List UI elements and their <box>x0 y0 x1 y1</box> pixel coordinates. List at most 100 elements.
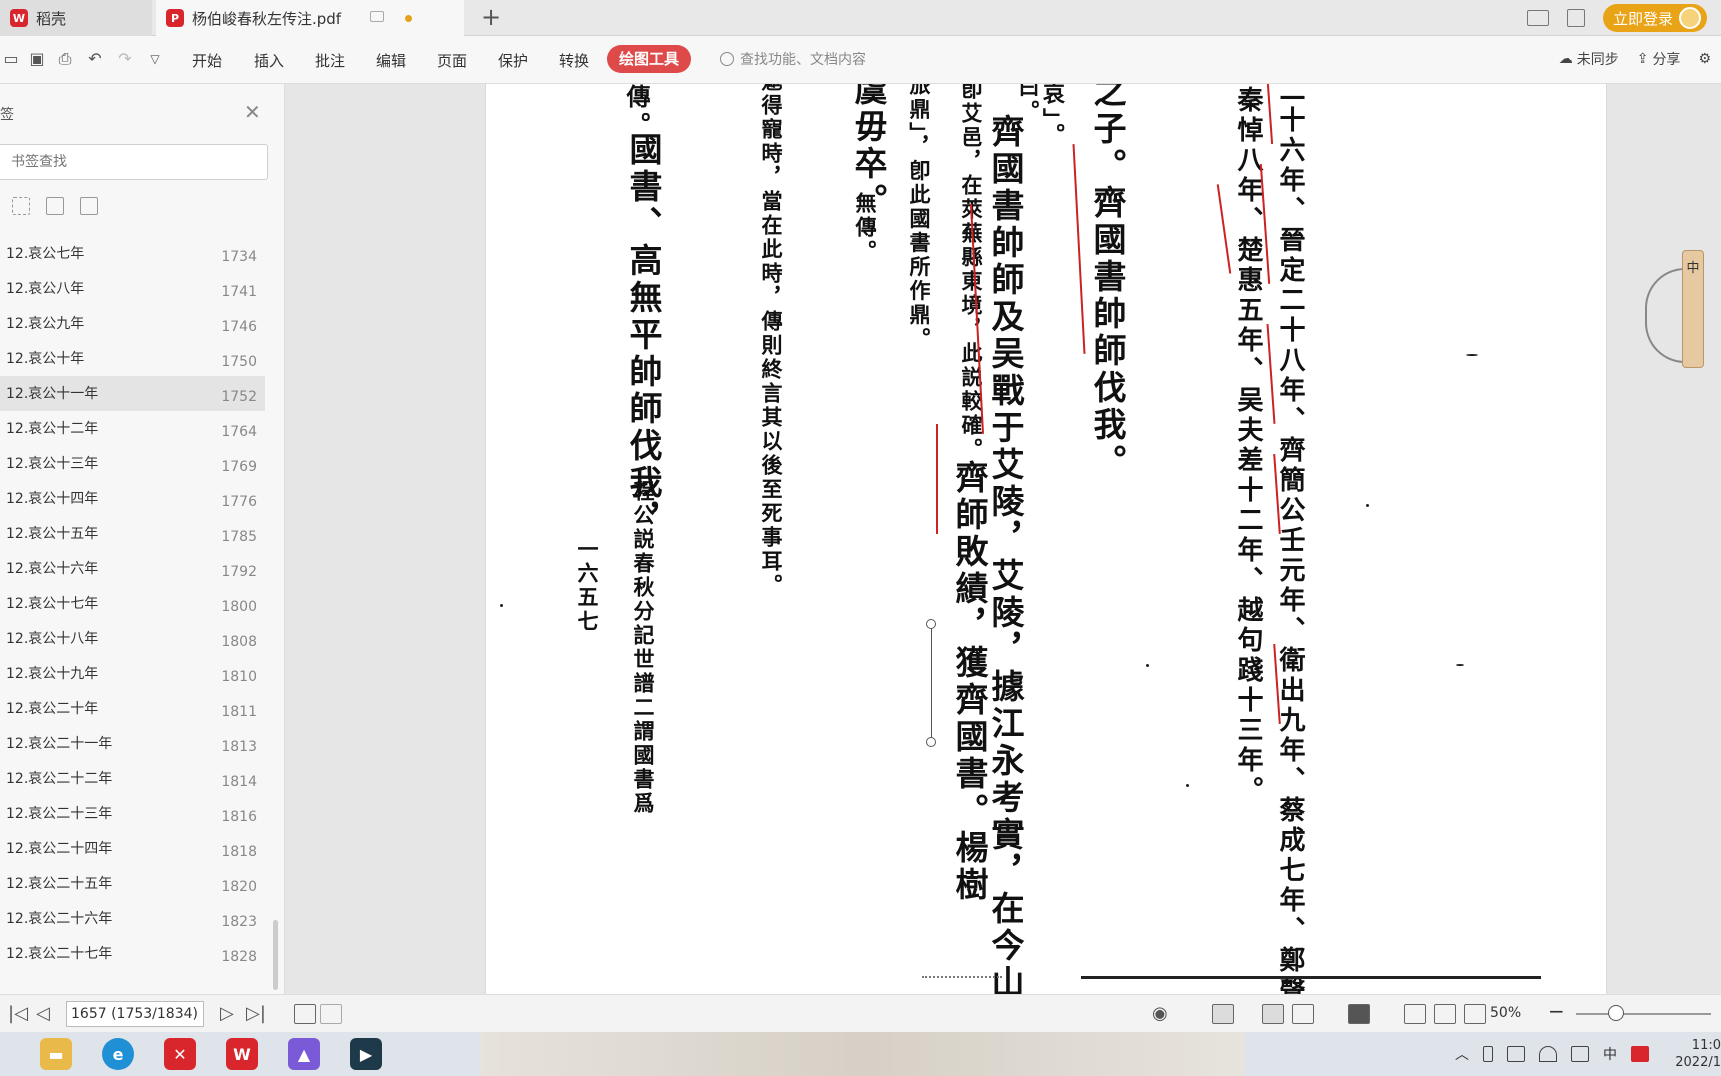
bookmark-item[interactable]: 12.哀公十五年 1785 <box>0 516 265 551</box>
eye-protect-icon[interactable]: ◉ <box>1152 1003 1168 1024</box>
menu-start[interactable]: 开始 <box>192 50 222 71</box>
tab-document[interactable]: P 杨伯峻春秋左传注.pdf <box>156 0 464 36</box>
actual-size-icon[interactable] <box>1404 1004 1426 1024</box>
single-page-icon[interactable] <box>1262 1004 1284 1024</box>
play-icon[interactable] <box>1348 1004 1370 1024</box>
bookmark-item[interactable]: 12.哀公七年 1734 <box>0 236 265 271</box>
last-page-icon[interactable]: ▷| <box>246 1003 266 1024</box>
docer-logo-icon: W <box>10 9 28 27</box>
bookmark-search[interactable] <box>0 144 268 180</box>
bookmark-item[interactable]: 12.哀公二十二年 1814 <box>0 761 265 796</box>
menu-page[interactable]: 页面 <box>437 50 467 71</box>
wifi-icon[interactable] <box>1539 1046 1557 1062</box>
forward-icon[interactable] <box>320 1004 342 1024</box>
battery-icon[interactable] <box>1507 1046 1525 1062</box>
volume-icon[interactable] <box>1571 1046 1589 1062</box>
file-explorer-icon[interactable]: ▬ <box>40 1038 72 1070</box>
bookmark-item[interactable]: 12.哀公二十六年 1823 <box>0 901 265 936</box>
bookmark-item[interactable]: 12.哀公二十一年 1813 <box>0 726 265 761</box>
bookmark-item[interactable]: 12.哀公二十五年 1820 <box>0 866 265 901</box>
login-label: 立即登录 <box>1612 9 1673 28</box>
media-app-icon[interactable]: ▶ <box>350 1038 382 1070</box>
page-number-input[interactable]: 1657 (1753/1834) <box>66 1001 204 1027</box>
bookmark-item[interactable]: 12.哀公十六年 1792 <box>0 551 265 586</box>
scan-speck <box>1366 504 1369 507</box>
wps-office-icon[interactable]: W <box>226 1038 258 1070</box>
prev-page-icon[interactable]: ◁ <box>36 1003 50 1024</box>
bookmark-item[interactable]: 12.哀公二十四年 1818 <box>0 831 265 866</box>
fit-width-icon[interactable] <box>1212 1004 1234 1024</box>
fit-page-icon[interactable] <box>1434 1004 1456 1024</box>
bookmark-item[interactable]: 12.哀公二十年 1811 <box>0 691 265 726</box>
menu-drawing-tools[interactable]: 绘图工具 <box>607 45 692 73</box>
open-folder-icon[interactable]: ▭ <box>2 50 20 68</box>
bookmark-item[interactable]: 12.哀公十一年 1752 <box>0 376 265 411</box>
zoom-level[interactable]: 50% <box>1490 1005 1521 1021</box>
grid-apps-icon[interactable] <box>1566 9 1585 27</box>
bookmark-item[interactable]: 12.哀公十四年 1776 <box>0 481 265 516</box>
bookmark-item[interactable]: 12.哀公十七年 1800 <box>0 586 265 621</box>
bookmark-item[interactable]: 12.哀公十八年 1808 <box>0 621 265 656</box>
tab-home[interactable]: W 稻壳 <box>0 0 152 36</box>
scan-speck <box>1146 664 1149 667</box>
ime-side-tag[interactable]: 中 <box>1682 250 1704 368</box>
zoom-slider-handle[interactable] <box>1608 1005 1624 1021</box>
monitor-icon[interactable] <box>370 11 384 22</box>
bookmark-item[interactable]: 12.哀公十二年 1764 <box>0 411 265 446</box>
zoom-slider[interactable] <box>1576 1013 1711 1015</box>
share-icon[interactable]: ⇪ <box>1637 51 1649 67</box>
undo-icon[interactable]: ↶ <box>86 50 104 68</box>
sync-status[interactable]: 未同步 <box>1577 49 1619 69</box>
settings-gear-icon[interactable]: ⚙ <box>1698 51 1711 67</box>
ime-indicator[interactable]: 中 <box>1603 1044 1617 1064</box>
annotation-handle[interactable] <box>926 737 936 747</box>
sidebar-scrollbar[interactable] <box>273 920 278 990</box>
bookmark-item[interactable]: 12.哀公八年 1741 <box>0 271 265 306</box>
bookmark-item[interactable]: 12.哀公二十三年 1816 <box>0 796 265 831</box>
menu-insert[interactable]: 插入 <box>254 50 284 71</box>
bookmark-item[interactable]: 12.哀公十三年 1769 <box>0 446 265 481</box>
chevron-up-icon[interactable]: ︿ <box>1455 1044 1469 1064</box>
new-tab-button[interactable]: + <box>478 5 504 31</box>
annotation-handle[interactable] <box>926 619 936 629</box>
collapse-all-icon[interactable] <box>12 197 30 215</box>
next-page-icon[interactable]: ▷ <box>220 1003 234 1024</box>
bookmark-item[interactable]: 12.哀公十年 1750 <box>0 341 265 376</box>
redo-icon[interactable]: ↷ <box>116 50 134 68</box>
microphone-icon[interactable] <box>1483 1046 1493 1062</box>
menu-annotate[interactable]: 批注 <box>315 50 345 71</box>
bookmark-item[interactable]: 12.哀公九年 1746 <box>0 306 265 341</box>
menu-convert[interactable]: 转换 <box>559 50 589 71</box>
sogou-icon[interactable] <box>1631 1046 1649 1062</box>
system-clock[interactable]: 11:0 2022/1 <box>1663 1037 1721 1071</box>
bookmark-search-input[interactable] <box>11 154 231 170</box>
rotate-icon[interactable] <box>1464 1004 1486 1024</box>
bookmark-item[interactable]: 12.哀公二十七年 1828 <box>0 936 265 971</box>
add-bookmark-icon[interactable] <box>46 197 64 215</box>
menu-edit[interactable]: 编辑 <box>376 50 406 71</box>
share-button[interactable]: 分享 <box>1652 49 1680 69</box>
bookmark-icon[interactable] <box>80 197 98 215</box>
login-button[interactable]: 立即登录 <box>1602 4 1707 32</box>
os-taskbar: ▬ e ✕ W ▲ ▶ ︿ 中 11:0 2022/1 <box>0 1032 1721 1076</box>
photos-icon[interactable]: ▲ <box>288 1038 320 1070</box>
save-icon[interactable]: ▣ <box>28 50 46 68</box>
document-viewport[interactable]: 二十六年、晉定二十八年、齊簡公壬元年、衛出九年、蔡成七年、鄭聲十七 秦悼八年、楚… <box>285 84 1721 994</box>
edge-browser-icon[interactable]: e <box>102 1038 134 1070</box>
bookmark-label: 12.哀公二十七年 <box>6 946 113 962</box>
selected-annotation-line[interactable] <box>931 624 932 742</box>
taskbar-wallpaper <box>480 1032 1245 1076</box>
zoom-out-icon[interactable]: − <box>1548 999 1565 1023</box>
menu-protect[interactable]: 保护 <box>498 50 528 71</box>
print-icon[interactable]: ⎙ <box>56 50 74 68</box>
cloud-sync-icon[interactable]: ☁ <box>1559 51 1573 67</box>
xmind-icon[interactable]: ✕ <box>164 1038 196 1070</box>
function-search[interactable]: 查找功能、文档内容 <box>720 49 866 69</box>
back-icon[interactable] <box>294 1004 316 1024</box>
more-dropdown-icon[interactable]: ▽ <box>146 50 164 68</box>
layout-icon[interactable] <box>1526 10 1549 26</box>
bookmark-item[interactable]: 12.哀公十九年 1810 <box>0 656 265 691</box>
close-icon[interactable]: ✕ <box>244 100 261 124</box>
double-page-icon[interactable] <box>1292 1004 1314 1024</box>
first-page-icon[interactable]: |◁ <box>8 1003 28 1024</box>
